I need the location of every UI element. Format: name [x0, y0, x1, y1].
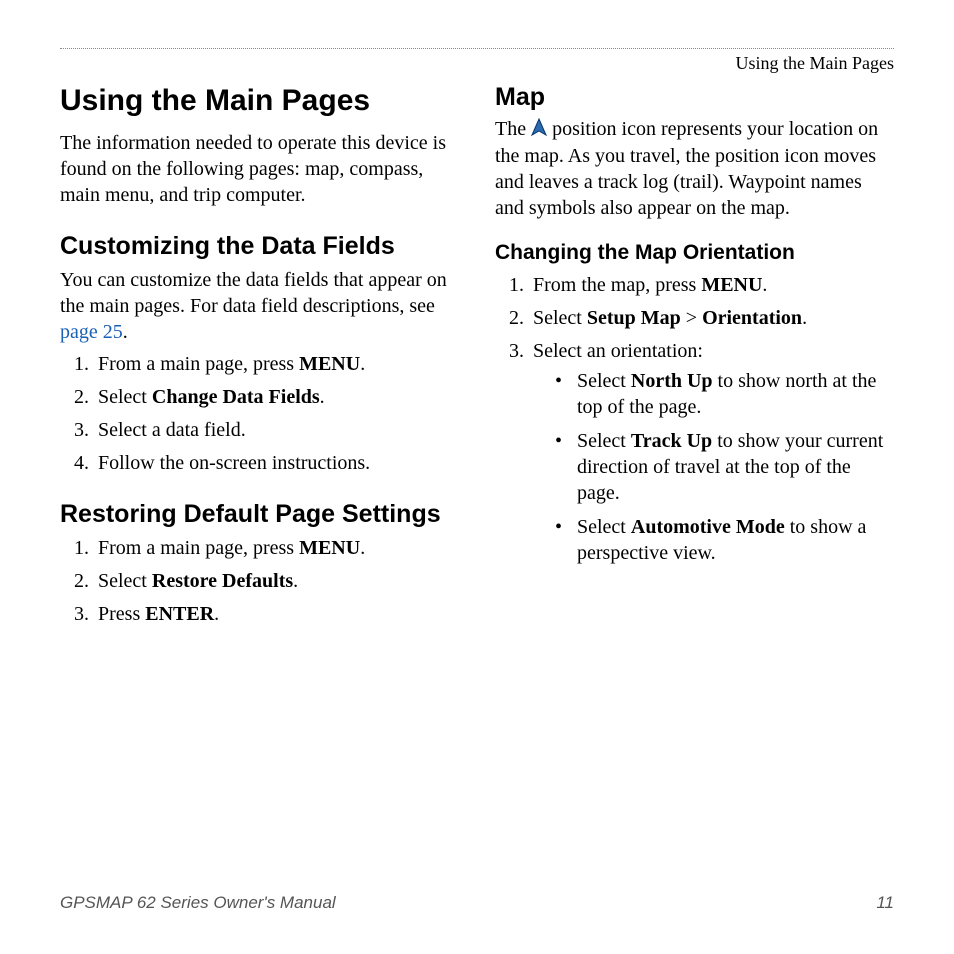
step-text: Select [98, 386, 152, 408]
running-header-text: Using the Main Pages [736, 53, 894, 73]
list-item: Select Track Up to show your current dir… [555, 428, 894, 506]
step-text: > [681, 307, 702, 329]
enter-key: ENTER [145, 603, 214, 625]
list-item: Follow the on-screen instructions. [94, 450, 459, 476]
bullet-text: Select [577, 516, 631, 538]
restoring-heading: Restoring Default Page Settings [60, 500, 459, 529]
north-up-option: North Up [631, 370, 713, 392]
bullet-text: Select [577, 370, 631, 392]
menu-key: MENU [701, 274, 762, 296]
automotive-mode-option: Automotive Mode [631, 516, 785, 538]
list-item: Select North Up to show north at the top… [555, 368, 894, 420]
list-item: Select an orientation: Select North Up t… [529, 338, 894, 566]
manual-title: GPSMAP 62 Series Owner's Manual [60, 892, 336, 914]
list-item: Select Setup Map > Orientation. [529, 305, 894, 331]
position-icon [531, 117, 547, 143]
customizing-steps: From a main page, press MENU. Select Cha… [60, 351, 459, 476]
track-up-option: Track Up [631, 430, 712, 452]
list-item: Select Change Data Fields. [94, 384, 459, 410]
map-heading: Map [495, 81, 894, 114]
running-header: Using the Main Pages [60, 48, 894, 75]
orientation-options-list: Select North Up to show north at the top… [533, 368, 894, 566]
step-text: . [293, 570, 298, 592]
step-text: Select [98, 570, 152, 592]
page-25-link[interactable]: page 25 [60, 321, 123, 343]
page-footer: GPSMAP 62 Series Owner's Manual 11 [60, 892, 894, 914]
map-text-a: The [495, 118, 531, 140]
step-text: . [214, 603, 219, 625]
setup-map-option: Setup Map [587, 307, 681, 329]
list-item: Select a data field. [94, 417, 459, 443]
step-text: From a main page, press [98, 353, 299, 375]
customizing-heading: Customizing the Data Fields [60, 232, 459, 261]
map-paragraph: The position icon represents your locati… [495, 116, 894, 221]
customizing-text-a: You can customize the data fields that a… [60, 269, 447, 317]
step-text: Select an orientation: [533, 340, 703, 362]
map-text-b: position icon represents your location o… [495, 118, 878, 219]
list-item: From the map, press MENU. [529, 272, 894, 298]
page-title: Using the Main Pages [60, 81, 459, 120]
step-text: . [360, 353, 365, 375]
list-item: Press ENTER. [94, 601, 459, 627]
orientation-heading: Changing the Map Orientation [495, 239, 894, 266]
list-item: Select Restore Defaults. [94, 568, 459, 594]
menu-key: MENU [299, 353, 360, 375]
left-column: Using the Main Pages The information nee… [60, 81, 459, 634]
restoring-steps: From a main page, press MENU. Select Res… [60, 535, 459, 627]
list-item: From a main page, press MENU. [94, 535, 459, 561]
step-text: From a main page, press [98, 537, 299, 559]
right-column: Map The position icon represents your lo… [495, 81, 894, 634]
change-data-fields-option: Change Data Fields [152, 386, 320, 408]
step-text: . [762, 274, 767, 296]
step-text: . [360, 537, 365, 559]
customizing-text-b: . [123, 321, 128, 343]
intro-paragraph: The information needed to operate this d… [60, 130, 459, 208]
step-text: . [320, 386, 325, 408]
bullet-text: Select [577, 430, 631, 452]
menu-key: MENU [299, 537, 360, 559]
page-number: 11 [876, 892, 894, 914]
list-item: Select Automotive Mode to show a perspec… [555, 514, 894, 566]
step-text: . [802, 307, 807, 329]
customizing-paragraph: You can customize the data fields that a… [60, 267, 459, 345]
list-item: From a main page, press MENU. [94, 351, 459, 377]
step-text: Press [98, 603, 145, 625]
orientation-option: Orientation [702, 307, 802, 329]
step-text: From the map, press [533, 274, 701, 296]
two-column-layout: Using the Main Pages The information nee… [60, 81, 894, 634]
restore-defaults-option: Restore Defaults [152, 570, 293, 592]
orientation-steps: From the map, press MENU. Select Setup M… [495, 272, 894, 566]
step-text: Select [533, 307, 587, 329]
